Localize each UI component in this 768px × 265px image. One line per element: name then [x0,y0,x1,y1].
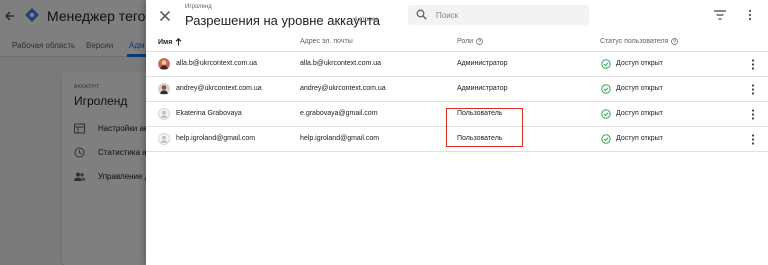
more-vert-icon[interactable] [750,83,756,96]
avatar [158,108,170,120]
column-header-label: Имя [158,38,173,46]
user-role: Администратор [457,60,508,67]
user-email: andrey@ukrcontext.com.ua [300,85,386,92]
more-vert-icon[interactable] [750,133,756,146]
user-status: Доступ открыт [616,135,663,142]
column-header-label: Адрес эл. почты [300,38,353,45]
check-circle-icon [601,84,611,94]
user-email: e.grabovaya@gmail.com [300,110,378,117]
user-name: help.igroland@gmail.com [176,135,256,142]
table-header: Имя Адрес эл. почты Роли Статус пользова… [146,32,768,52]
column-header-name[interactable]: Имя [158,38,182,46]
column-header-label: Статус пользователя [600,38,669,45]
check-circle-icon [601,109,611,119]
avatar [158,83,170,95]
user-role: Администратор [457,85,508,92]
check-circle-icon [601,59,611,69]
user-name: andrey@ukrcontext.com.ua [176,85,262,92]
table-row[interactable]: alla.b@ukrcontext.com.ua alla.b@ukrconte… [146,52,768,77]
user-name: alla.b@ukrcontext.com.ua [176,60,258,67]
filter-icon[interactable] [713,9,727,21]
row-count: 4 строки [354,17,378,23]
search-input[interactable] [436,7,584,23]
avatar [158,58,170,70]
more-vert-icon[interactable] [750,58,756,71]
avatar [158,133,170,145]
search-box[interactable] [408,5,589,25]
user-status: Доступ открыт [616,60,663,67]
table-row[interactable]: andrey@ukrcontext.com.ua andrey@ukrconte… [146,77,768,102]
check-circle-icon [601,134,611,144]
sort-ascending-icon [175,38,182,46]
search-icon [416,9,427,20]
role-highlight-annotation [446,108,523,147]
more-vert-icon[interactable] [746,8,754,22]
close-icon[interactable] [158,9,172,23]
user-status: Доступ открыт [616,85,663,92]
more-vert-icon[interactable] [750,108,756,121]
column-header-roles[interactable]: Роли [457,38,483,45]
user-status: Доступ открыт [616,110,663,117]
column-header-status[interactable]: Статус пользователя [600,38,679,45]
panel-title: Разрешения на уровне аккаунта [185,13,380,28]
help-icon[interactable] [671,38,679,45]
column-header-email[interactable]: Адрес эл. почты [300,38,353,45]
help-icon[interactable] [476,38,483,45]
panel-subtitle: Игроленд [185,4,212,10]
column-header-label: Роли [457,38,474,45]
account-permissions-panel: Игроленд Разрешения на уровне аккаунта 4… [146,0,768,265]
user-email: help.igroland@gmail.com [300,135,380,142]
user-name: Ekaterina Grabovaya [176,110,242,117]
user-email: alla.b@ukrcontext.com.ua [300,60,382,67]
